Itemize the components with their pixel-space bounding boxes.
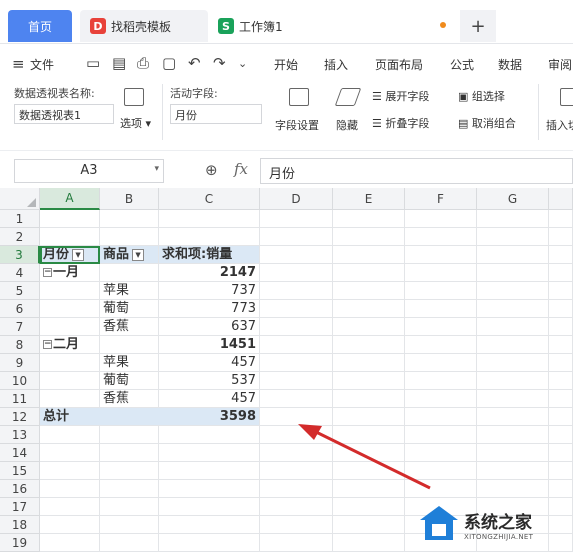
print-icon[interactable]: ⎙ (137, 54, 149, 72)
menu-file[interactable]: 文件 (30, 56, 54, 73)
group-icon: ▣ (458, 90, 469, 103)
annotation-arrow (298, 424, 431, 490)
preview-icon[interactable]: ▢ (162, 54, 176, 72)
new-tab-button[interactable]: + (460, 10, 496, 42)
menu-data[interactable]: 数据 (498, 56, 522, 73)
unsaved-indicator (440, 22, 446, 28)
ungroup-button[interactable]: ▤ 取消组合 (458, 115, 516, 131)
options-button[interactable]: 选项 ▾ (120, 115, 151, 131)
menu-bar: ≡ 文件 ▭ ▤ ⎙ ▢ ↶ ↷ ⌄ 开始 插入 页面布局 公式 数据 审阅 (0, 44, 573, 82)
ungroup-icon: ▤ (458, 117, 469, 130)
spreadsheet-grid: A B C D E F G 1 2 3 4 5 6 7 8 9 10 11 12 13 14 15 16 17 1… (0, 188, 573, 553)
insert-slicer-button[interactable]: 插入切 (546, 117, 573, 133)
undo-icon[interactable]: ↶ (188, 54, 201, 72)
collapse-field-button[interactable]: ☰ 折叠字段 (372, 115, 429, 131)
spreadsheet-icon: S (218, 18, 234, 34)
menu-page-layout[interactable]: 页面布局 (375, 56, 423, 73)
menu-insert[interactable]: 插入 (324, 56, 348, 73)
active-field-input[interactable]: 月份 (170, 104, 262, 124)
group-select-button[interactable]: ▣ 组选择 (458, 88, 505, 104)
menu-formulas[interactable]: 公式 (450, 56, 474, 73)
zoom-icon[interactable]: ⊕ (205, 161, 218, 179)
site-watermark: 系统之家 XITONGZHIJIA.NET (418, 500, 570, 548)
chevron-down-icon: ▾ (154, 164, 159, 174)
tab-templates[interactable]: D 找稻壳模板 (80, 10, 208, 42)
formula-bar: A3 ▾ ⊕ fx 月份 (0, 150, 573, 186)
export-icon[interactable]: ▤ (112, 54, 126, 72)
pivot-name-label: 数据透视表名称: (14, 87, 95, 100)
ribbon-divider (162, 84, 163, 140)
arrow-head (298, 424, 322, 440)
redo-icon[interactable]: ↷ (213, 54, 226, 72)
menu-home[interactable]: 开始 (274, 56, 298, 73)
watermark-text: 系统之家 XITONGZHIJIA.NET (464, 508, 533, 541)
active-field-label: 活动字段: (170, 87, 218, 100)
pivot-name-input[interactable]: 数据透视表1 (14, 104, 114, 124)
expand-icon: ☰ (372, 90, 382, 103)
watermark-subtitle: XITONGZHIJIA.NET (464, 532, 534, 541)
slicer-icon (560, 88, 573, 106)
chevron-down-icon[interactable]: ⌄ (238, 57, 247, 70)
options-icon (124, 88, 144, 106)
ribbon-divider (538, 84, 539, 140)
docer-icon: D (90, 18, 106, 34)
tab-workbook[interactable]: S 工作簿1 (210, 10, 460, 42)
watermark-title: 系统之家 (464, 512, 532, 533)
title-bar: 首页 D 找稻壳模板 S 工作簿1 + (0, 0, 573, 44)
arrow-line (311, 428, 431, 490)
hide-button[interactable]: 隐藏 (336, 117, 358, 133)
menu-icon[interactable]: ≡ (12, 55, 25, 73)
tab-home[interactable]: 首页 (8, 10, 72, 42)
expand-field-button[interactable]: ☰ 展开字段 (372, 88, 429, 104)
hide-icon (334, 88, 362, 106)
field-settings-icon (289, 88, 309, 106)
name-box[interactable]: A3 ▾ (14, 159, 164, 183)
save-icon[interactable]: ▭ (86, 54, 100, 72)
formula-input[interactable]: 月份 (260, 158, 573, 184)
house-logo-icon (420, 506, 458, 540)
function-icon[interactable]: fx (234, 160, 248, 178)
collapse-icon: ☰ (372, 117, 382, 130)
ribbon: 数据透视表名称: 数据透视表1 选项 ▾ 活动字段: 月份 字段设置 隐藏 ☰ … (0, 82, 573, 144)
field-settings-button[interactable]: 字段设置 (275, 117, 319, 133)
menu-review[interactable]: 审阅 (548, 56, 572, 73)
